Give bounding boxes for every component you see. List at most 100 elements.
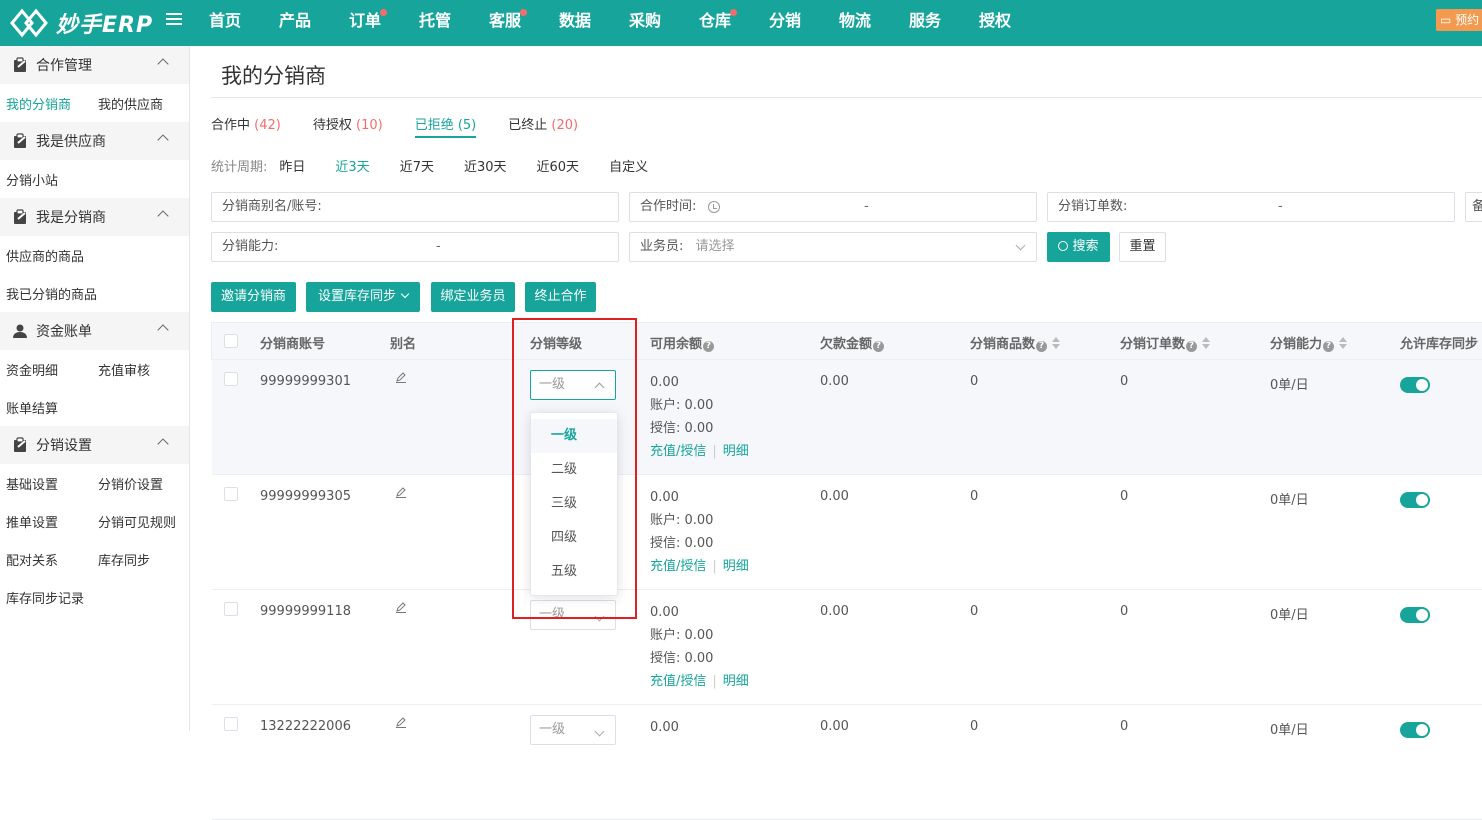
products-cell: 0 <box>970 489 979 504</box>
row-checkbox[interactable] <box>224 717 238 731</box>
sidebar-item[interactable]: 库存同步记录 <box>0 588 92 607</box>
nav-item-11[interactable]: 授权 <box>960 0 1030 46</box>
period-option[interactable]: 昨日 <box>279 156 305 175</box>
nav-item-9[interactable]: 物流 <box>820 0 890 46</box>
level-select[interactable]: 一级 <box>530 715 616 745</box>
sidebar-item[interactable]: 充值审核 <box>92 360 184 379</box>
reset-button[interactable]: 重置 <box>1119 232 1166 262</box>
row-checkbox[interactable] <box>224 372 238 386</box>
col-ability[interactable]: 分销能力? <box>1270 333 1348 352</box>
search-button[interactable]: 搜索 <box>1047 232 1110 262</box>
sidebar-row: 配对关系 库存同步 <box>0 540 189 578</box>
clipboard-icon <box>12 133 28 149</box>
balance-available: 0.00 <box>650 720 679 735</box>
bind-salesman-button[interactable]: 绑定业务员 <box>431 282 515 312</box>
sidebar-item[interactable]: 库存同步 <box>92 550 184 569</box>
tab-1[interactable]: 待授权 (10) <box>313 114 383 138</box>
recharge-link[interactable]: 充值/授信 <box>650 559 706 574</box>
sidebar-item[interactable]: 分销价设置 <box>92 474 184 493</box>
debt-cell: 0.00 <box>820 604 849 619</box>
alias-account-field[interactable]: 分销商别名/账号: <box>211 192 619 222</box>
sidebar-item[interactable]: 推单设置 <box>0 512 92 531</box>
tab-2[interactable]: 已拒绝 (5) <box>414 114 477 138</box>
edit-icon[interactable] <box>395 716 407 728</box>
select-all-checkbox[interactable] <box>224 334 238 348</box>
menu-toggle-icon[interactable] <box>166 13 182 29</box>
sidebar-item[interactable]: 基础设置 <box>0 474 92 493</box>
balance-account_bal: 账户: 0.00 <box>650 513 714 528</box>
sidebar-group-4[interactable]: 分销设置 <box>0 426 189 464</box>
sidebar-group-2[interactable]: 我是分销商 <box>0 198 189 236</box>
balance-links: 充值/授信 | 明细 <box>650 440 749 463</box>
recharge-link[interactable]: 充值/授信 <box>650 444 706 459</box>
nav-item-3[interactable]: 托管 <box>400 0 470 46</box>
tab-label: 已拒绝 <box>414 118 454 133</box>
edit-icon[interactable] <box>395 371 407 383</box>
nav-item-1[interactable]: 产品 <box>260 0 330 46</box>
edit-icon[interactable] <box>395 601 407 613</box>
sidebar-item[interactable]: 账单结算 <box>0 398 92 417</box>
detail-link[interactable]: 明细 <box>723 674 749 689</box>
sidebar-item[interactable]: 资金明细 <box>0 360 92 379</box>
terminate-button[interactable]: 终止合作 <box>525 282 596 312</box>
nav-item-10[interactable]: 服务 <box>890 0 960 46</box>
sidebar-group-title: 分销设置 <box>36 438 92 454</box>
balance-credit: 授信: 0.00 <box>650 651 714 666</box>
sidebar-item[interactable]: 供应商的商品 <box>0 246 92 265</box>
sidebar-item[interactable]: 我的供应商 <box>92 94 184 113</box>
ability-field[interactable]: 分销能力: - <box>211 232 619 262</box>
remark-field[interactable]: 备 <box>1465 192 1482 222</box>
nav-item-4[interactable]: 客服 <box>470 0 540 46</box>
recharge-link[interactable]: 充值/授信 <box>650 674 706 689</box>
period-option[interactable]: 自定义 <box>609 156 648 175</box>
table-row: 13222222006 一级 0.00 0.00 0 0 0单/日 <box>212 705 1482 820</box>
sidebar-row: 基础设置 分销价设置 <box>0 464 189 502</box>
sidebar-item[interactable]: 分销可见规则 <box>92 512 184 531</box>
invite-distributor-button[interactable]: 邀请分销商 <box>211 282 296 312</box>
salesman-select[interactable]: 业务员: 请选择 <box>629 232 1037 262</box>
col-orders[interactable]: 分销订单数? <box>1120 333 1211 352</box>
notification-dot <box>380 9 387 16</box>
stock-sync-dropdown-button[interactable]: 设置库存同步 <box>306 282 420 312</box>
logo[interactable]: 妙手ERP <box>10 6 190 40</box>
row-checkbox[interactable] <box>224 602 238 616</box>
sidebar-row: 我已分销的商品 <box>0 274 189 312</box>
stock-sync-toggle[interactable] <box>1400 377 1430 393</box>
sidebar-group-0[interactable]: 合作管理 <box>0 46 189 84</box>
tab-3[interactable]: 已终止 (20) <box>508 114 578 138</box>
coop-time-field[interactable]: 合作时间: - <box>629 192 1037 222</box>
stock-sync-toggle[interactable] <box>1400 607 1430 623</box>
tab-count: (10) <box>356 118 383 133</box>
order-count-field[interactable]: 分销订单数: - <box>1047 192 1455 222</box>
nav-item-5[interactable]: 数据 <box>540 0 610 46</box>
nav-item-6[interactable]: 采购 <box>610 0 680 46</box>
stock-sync-toggle[interactable] <box>1400 492 1430 508</box>
nav-item-8[interactable]: 分销 <box>750 0 820 46</box>
period-option[interactable]: 近7天 <box>400 156 434 175</box>
nav-item-7[interactable]: 仓库 <box>680 0 750 46</box>
period-option[interactable]: 近60天 <box>537 156 580 175</box>
products-cell: 0 <box>970 719 979 734</box>
notice-button[interactable]: ▭ 预约 <box>1436 9 1482 31</box>
nav-item-0[interactable]: 首页 <box>190 0 260 46</box>
sidebar-group-3[interactable]: 资金账单 <box>0 312 189 350</box>
sidebar-item[interactable]: 配对关系 <box>0 550 92 569</box>
col-products[interactable]: 分销商品数? <box>970 333 1061 352</box>
tab-0[interactable]: 合作中 (42) <box>211 114 281 138</box>
period-option[interactable]: 近30天 <box>464 156 507 175</box>
nav-item-2[interactable]: 订单 <box>330 0 400 46</box>
detail-link[interactable]: 明细 <box>723 444 749 459</box>
debt-cell: 0.00 <box>820 489 849 504</box>
detail-link[interactable]: 明细 <box>723 559 749 574</box>
balance-cell: 0.00 账户: 0.00 授信: 0.00 充值/授信 | 明细 <box>650 601 749 693</box>
row-checkbox[interactable] <box>224 487 238 501</box>
sidebar-group-1[interactable]: 我是供应商 <box>0 122 189 160</box>
sidebar-item[interactable]: 我的分销商 <box>0 94 92 113</box>
sidebar-item[interactable]: 分销小站 <box>0 170 92 189</box>
period-option[interactable]: 近3天 <box>335 156 369 175</box>
sidebar-item[interactable]: 我已分销的商品 <box>0 284 97 303</box>
edit-icon[interactable] <box>395 486 407 498</box>
stock-sync-toggle[interactable] <box>1400 722 1430 738</box>
sort-icon <box>1052 337 1061 349</box>
link-separator: | <box>712 559 717 574</box>
